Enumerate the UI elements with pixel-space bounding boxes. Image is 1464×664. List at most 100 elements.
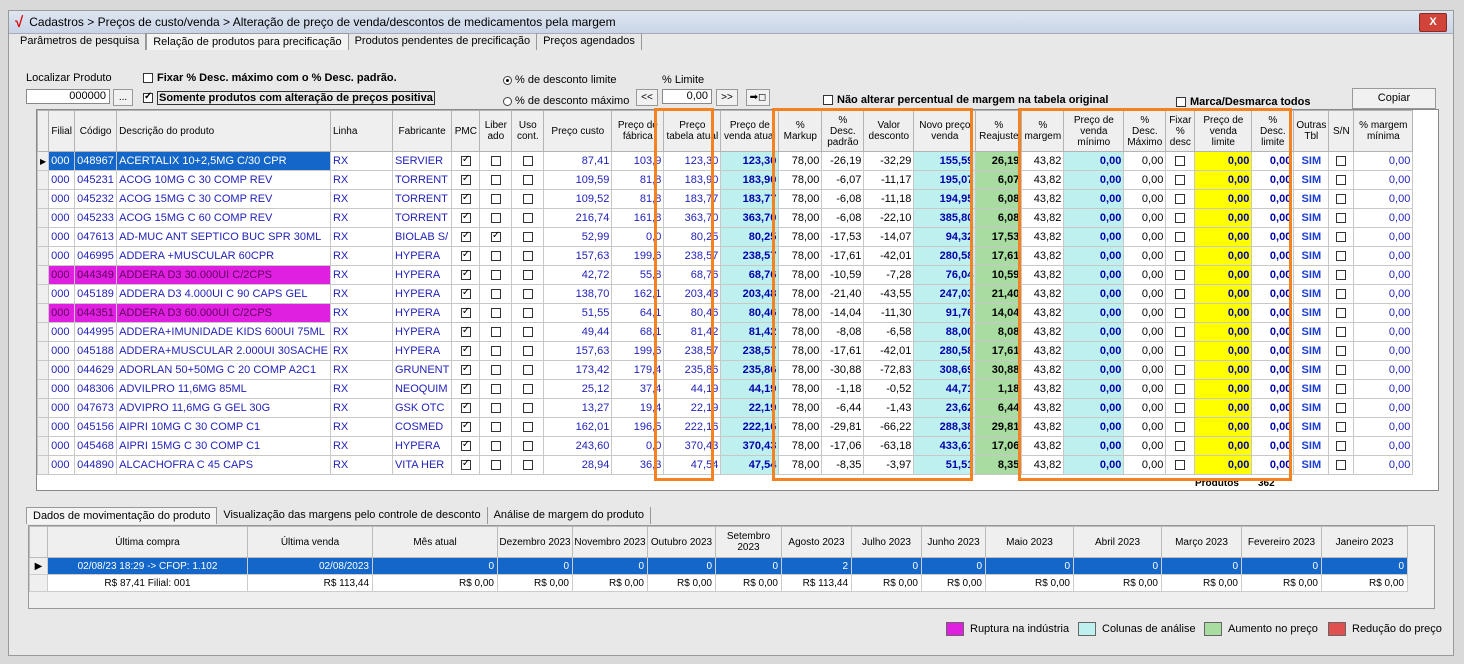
- header-pmc[interactable]: PMC: [451, 110, 481, 152]
- cell-sn[interactable]: [1328, 322, 1355, 342]
- cell-sn[interactable]: [1328, 189, 1355, 209]
- cell-pmc[interactable]: [451, 151, 481, 171]
- cell-uso-cont[interactable]: [511, 341, 545, 361]
- cell-fixar-desc[interactable]: [1165, 455, 1196, 475]
- cell-uso-cont[interactable]: [511, 170, 545, 190]
- cell-uso-cont[interactable]: [511, 151, 545, 171]
- cell-uso-cont[interactable]: [511, 455, 545, 475]
- cell-sn[interactable]: [1328, 360, 1355, 380]
- cell-fixar-desc[interactable]: [1165, 265, 1196, 285]
- cell-uso-cont[interactable]: [511, 436, 545, 456]
- cell-fixar-desc[interactable]: [1165, 379, 1196, 399]
- table-row[interactable]: ▶ 000 048967 ACERTALIX 10+2,5MG C/30 CPR RX S…: [37, 151, 1414, 171]
- table-row[interactable]: 000 045231 ACOG 10MG C 30 COMP REV RX TORREN…: [37, 170, 1414, 190]
- marca-desmarca-checkbox[interactable]: Marca/Desmarca todos: [1176, 96, 1310, 108]
- cell-liberado[interactable]: [479, 341, 513, 361]
- cell-sn[interactable]: [1328, 417, 1355, 437]
- cell-sn[interactable]: [1328, 379, 1355, 399]
- cell-uso-cont[interactable]: [511, 417, 545, 437]
- cell-fixar-desc[interactable]: [1165, 208, 1196, 228]
- cell-sn[interactable]: [1328, 436, 1355, 456]
- header-liberado[interactable]: Liber ado: [479, 110, 513, 152]
- cell-liberado[interactable]: [479, 455, 513, 475]
- tab-pendentes[interactable]: Produtos pendentes de precificação: [349, 33, 538, 50]
- cell-liberado[interactable]: [479, 303, 513, 323]
- header-margem-minima[interactable]: % margem mínima: [1353, 110, 1414, 152]
- cell-pmc[interactable]: [451, 208, 481, 228]
- cell-sn[interactable]: [1328, 341, 1355, 361]
- fixar-desc-checkbox[interactable]: Fixar % Desc. máximo com o % Desc. padrã…: [143, 72, 397, 84]
- table-row[interactable]: 000044890ALCACHOFRA C 45 CAPSRXVITA HER 2…: [37, 455, 1414, 475]
- cell-liberado[interactable]: [479, 246, 513, 266]
- cell-fixar-desc[interactable]: [1165, 436, 1196, 456]
- cell-liberado[interactable]: [479, 417, 513, 437]
- table-row[interactable]: 000 045188 ADDERA+MUSCULAR 2.000UI 30SACHE…: [37, 341, 1414, 361]
- cell-uso-cont[interactable]: [511, 398, 545, 418]
- movement-grid[interactable]: Última compra Última venda Mês atual Dezemb…: [28, 525, 1435, 609]
- table-row[interactable]: 000 044351 ADDERA D3 60.000UI C/2CPS RX HYPE…: [37, 303, 1414, 323]
- table-row[interactable]: 000 045156 AIPRI 10MG C 30 COMP C1 RX COSMED…: [37, 417, 1414, 437]
- table-row[interactable]: 000 044629 ADORLAN 50+50MG C 20 COMP A2C1 R…: [37, 360, 1414, 380]
- header-filial[interactable]: Filial: [48, 110, 76, 152]
- header-desc-maximo[interactable]: % Desc. Máximo: [1123, 110, 1167, 152]
- table-row[interactable]: 000 047613 AD-MUC ANT SEPTICO BUC SPR 30ML…: [37, 227, 1414, 247]
- cell-fixar-desc[interactable]: [1165, 151, 1196, 171]
- cell-fixar-desc[interactable]: [1165, 341, 1196, 361]
- close-button[interactable]: X: [1419, 13, 1447, 32]
- header-fixar-desc[interactable]: Fixar % desc: [1165, 110, 1196, 152]
- cell-pmc[interactable]: [451, 170, 481, 190]
- products-grid[interactable]: Filial Código Descrição do produto Linha…: [36, 109, 1439, 491]
- copiar-button[interactable]: Copiar: [1352, 88, 1436, 109]
- header-preco-venda-atual[interactable]: Preço de venda atual: [720, 110, 780, 152]
- header-desc-padrao[interactable]: % Desc. padrão: [821, 110, 865, 152]
- table-row[interactable]: 000 045468 AIPRI 15MG C 30 COMP C1 RX HYPERA…: [37, 436, 1414, 456]
- movement-row-value[interactable]: R$ 87,41 Filial: 001 R$ 113,44 R$ 0,00 R$ 0…: [29, 574, 1408, 592]
- cell-pmc[interactable]: [451, 436, 481, 456]
- cell-uso-cont[interactable]: [511, 284, 545, 304]
- cell-liberado[interactable]: [479, 322, 513, 342]
- cell-fixar-desc[interactable]: [1165, 246, 1196, 266]
- cell-pmc[interactable]: [451, 360, 481, 380]
- header-valor-desconto[interactable]: Valor desconto: [863, 110, 915, 152]
- table-row[interactable]: 000 047673 ADVIPRO 11,6MG G GEL 30G RX GSK O…: [37, 398, 1414, 418]
- cell-uso-cont[interactable]: [511, 322, 545, 342]
- radio-desconto-maximo[interactable]: % de desconto máximo: [503, 95, 629, 107]
- cell-sn[interactable]: [1328, 227, 1355, 247]
- cell-sn[interactable]: [1328, 170, 1355, 190]
- cell-liberado[interactable]: [479, 436, 513, 456]
- cell-uso-cont[interactable]: [511, 379, 545, 399]
- movement-row-qty[interactable]: ▶ 02/08/23 18:29 -> CFOP: 1.102 02/08/2023…: [29, 557, 1408, 575]
- cell-pmc[interactable]: [451, 455, 481, 475]
- table-row[interactable]: 000048306ADVILPRO 11,6MG 85MLRXNEOQUIM 25…: [37, 379, 1414, 399]
- cell-liberado[interactable]: [479, 360, 513, 380]
- header-reajuste[interactable]: % Reajuste: [975, 110, 1023, 152]
- cell-pmc[interactable]: [451, 322, 481, 342]
- cell-liberado[interactable]: [479, 170, 513, 190]
- cell-uso-cont[interactable]: [511, 208, 545, 228]
- cell-pmc[interactable]: [451, 341, 481, 361]
- cell-uso-cont[interactable]: [511, 303, 545, 323]
- cell-pmc[interactable]: [451, 227, 481, 247]
- header-sn[interactable]: S/N: [1328, 110, 1355, 152]
- cell-sn[interactable]: [1328, 151, 1355, 171]
- cell-fixar-desc[interactable]: [1165, 170, 1196, 190]
- header-preco-minimo[interactable]: Preço de venda mínimo: [1063, 110, 1125, 152]
- somente-alteracao-checkbox[interactable]: Somente produtos com alteração de preços…: [143, 91, 435, 105]
- tab-visualizacao-margens[interactable]: Visualização das margens pelo controle d…: [217, 507, 488, 524]
- cell-sn[interactable]: [1328, 284, 1355, 304]
- cell-uso-cont[interactable]: [511, 189, 545, 209]
- header-desc-limite[interactable]: % Desc. limite: [1251, 110, 1295, 152]
- cell-sn[interactable]: [1328, 208, 1355, 228]
- cell-pmc[interactable]: [451, 398, 481, 418]
- cell-pmc[interactable]: [451, 303, 481, 323]
- cell-pmc[interactable]: [451, 246, 481, 266]
- tab-relacao[interactable]: Relação de produtos para precificação: [146, 33, 349, 50]
- cell-fixar-desc[interactable]: [1165, 189, 1196, 209]
- cell-liberado[interactable]: [479, 398, 513, 418]
- table-row[interactable]: 000 045232 ACOG 15MG C 30 COMP REV RX TORREN…: [37, 189, 1414, 209]
- tab-agendados[interactable]: Preços agendados: [537, 33, 642, 50]
- tab-analise-margem[interactable]: Análise de margem do produto: [488, 507, 652, 524]
- header-preco-custo[interactable]: Preço custo: [543, 110, 613, 152]
- cell-fixar-desc[interactable]: [1165, 284, 1196, 304]
- cell-fixar-desc[interactable]: [1165, 227, 1196, 247]
